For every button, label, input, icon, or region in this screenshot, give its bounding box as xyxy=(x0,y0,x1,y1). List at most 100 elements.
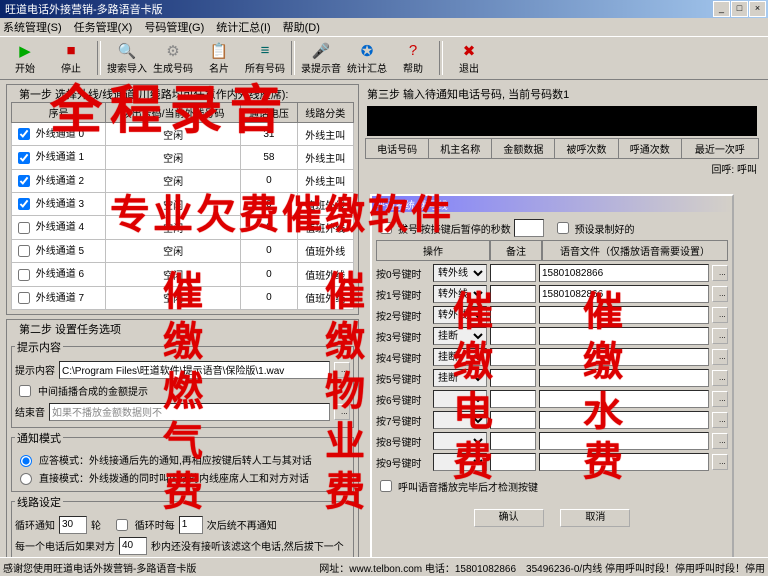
channel-row[interactable]: 外线通道 2空闲0外线主叫 xyxy=(12,169,354,192)
channel-checkbox[interactable] xyxy=(18,245,30,257)
note-input[interactable] xyxy=(490,453,536,471)
channel-row[interactable]: 外线通道 7空闲0值班外线 xyxy=(12,286,354,309)
channel-row[interactable]: 外线通道 3空闲0值班外线 xyxy=(12,193,354,216)
cancel-button[interactable]: 取消 xyxy=(560,509,630,527)
minimize-button[interactable]: _ xyxy=(713,1,730,17)
ok-button[interactable]: 确认 xyxy=(474,509,544,527)
toolbar-icon: 🔍 xyxy=(118,42,136,60)
col-header[interactable]: 线路分类 xyxy=(297,103,353,123)
col-header[interactable]: 拨出号码/当前外线号码 xyxy=(106,103,241,123)
mode1-radio[interactable] xyxy=(20,455,32,467)
channel-row[interactable]: 外线通道 4空闲0值班外线 xyxy=(12,216,354,239)
toolbar-停止[interactable]: ■停止 xyxy=(49,38,93,78)
loop-count-input[interactable] xyxy=(59,516,87,534)
action-select[interactable] xyxy=(433,411,487,429)
end-input[interactable] xyxy=(49,403,330,421)
browse-button[interactable]: ... xyxy=(334,404,350,420)
voice-file-input[interactable] xyxy=(539,306,709,324)
menu-item[interactable]: 统计汇总(I) xyxy=(216,19,270,35)
step2-fieldset: 第二步 设置任务选项 提示内容 提示内容 ... 中间插播合成的金额提示 结束音… xyxy=(6,319,359,576)
toolbar-退出[interactable]: ✖退出 xyxy=(447,38,491,78)
action-select[interactable]: 挂断 xyxy=(433,327,487,345)
browse-button[interactable]: ... xyxy=(712,391,728,407)
channel-row[interactable]: 外线通道 1空闲58外线主叫 xyxy=(12,146,354,169)
browse-button[interactable]: ... xyxy=(712,265,728,281)
loop-gap-checkbox[interactable] xyxy=(116,519,128,531)
voice-file-input[interactable] xyxy=(539,432,709,450)
voice-file-input[interactable] xyxy=(539,390,709,408)
toolbar-开始[interactable]: ▶开始 xyxy=(3,38,47,78)
channel-checkbox[interactable] xyxy=(18,292,30,304)
toolbar-帮助[interactable]: ?帮助 xyxy=(391,38,435,78)
browse-button[interactable]: ... xyxy=(712,412,728,428)
note-input[interactable] xyxy=(490,285,536,303)
col-header[interactable]: 序号 xyxy=(12,103,106,123)
browse-button[interactable]: ... xyxy=(334,362,350,378)
browse-button[interactable]: ... xyxy=(712,286,728,302)
voice-file-input[interactable] xyxy=(539,348,709,366)
toolbar-所有号码[interactable]: ≡所有号码 xyxy=(243,38,287,78)
gap-input[interactable] xyxy=(179,516,203,534)
menu-item[interactable]: 系统管理(S) xyxy=(3,19,62,35)
menu-item[interactable]: 号码管理(G) xyxy=(144,19,204,35)
voice-file-input[interactable] xyxy=(539,285,709,303)
key-row: 按8号键时... xyxy=(376,432,728,450)
note-input[interactable] xyxy=(490,327,536,345)
pause-checkbox[interactable] xyxy=(380,222,392,234)
action-select[interactable]: 转外线 xyxy=(433,306,487,324)
channel-checkbox[interactable] xyxy=(18,152,30,164)
browse-button[interactable]: ... xyxy=(712,307,728,323)
action-select[interactable] xyxy=(433,390,487,408)
channel-checkbox[interactable] xyxy=(18,175,30,187)
toolbar-搜索导入[interactable]: 🔍搜索导入 xyxy=(105,38,149,78)
toolbar-统计汇总[interactable]: ✪统计汇总 xyxy=(345,38,389,78)
toolbar-icon: ✖ xyxy=(460,42,478,60)
note-input[interactable] xyxy=(490,369,536,387)
action-select[interactable] xyxy=(433,453,487,471)
note-input[interactable] xyxy=(490,390,536,408)
menu-item[interactable]: 任务管理(X) xyxy=(74,19,133,35)
note-input[interactable] xyxy=(490,306,536,324)
toolbar-名片[interactable]: 📋名片 xyxy=(197,38,241,78)
mode2-radio[interactable] xyxy=(20,473,32,485)
mid-insert-checkbox[interactable] xyxy=(19,385,31,397)
action-select[interactable]: 挂断 xyxy=(433,348,487,366)
browse-button[interactable]: ... xyxy=(712,328,728,344)
voice-file-input[interactable] xyxy=(539,327,709,345)
note-input[interactable] xyxy=(490,264,536,282)
action-select[interactable]: 转外线 xyxy=(433,285,487,303)
browse-button[interactable]: ... xyxy=(712,349,728,365)
action-select[interactable] xyxy=(433,432,487,450)
channel-checkbox[interactable] xyxy=(18,198,30,210)
maximize-button[interactable]: □ xyxy=(731,1,748,17)
channel-checkbox[interactable] xyxy=(18,128,30,140)
action-select[interactable]: 转外线 xyxy=(433,264,487,282)
timeout-input[interactable] xyxy=(119,537,147,555)
channel-row[interactable]: 外线通道 6空闲0值班外线 xyxy=(12,263,354,286)
voice-file-input[interactable] xyxy=(539,411,709,429)
preset-checkbox[interactable] xyxy=(557,222,569,234)
action-select[interactable]: 挂断 xyxy=(433,369,487,387)
menu-item[interactable]: 帮助(D) xyxy=(283,19,320,35)
channel-row[interactable]: 外线通道 5空闲0值班外线 xyxy=(12,239,354,262)
close-button[interactable]: × xyxy=(749,1,766,17)
toolbar-录提示音[interactable]: 🎤录提示音 xyxy=(299,38,343,78)
voice-file-input[interactable] xyxy=(539,264,709,282)
voice-file-input[interactable] xyxy=(539,453,709,471)
note-input[interactable] xyxy=(490,432,536,450)
channel-checkbox[interactable] xyxy=(18,222,30,234)
note-input[interactable] xyxy=(490,411,536,429)
dialog-title: 呼通系统 拨号线 xyxy=(372,196,732,212)
toolbar-生成号码[interactable]: ⚙生成号码 xyxy=(151,38,195,78)
channel-checkbox[interactable] xyxy=(18,269,30,281)
detect-after-checkbox[interactable] xyxy=(380,480,392,492)
browse-button[interactable]: ... xyxy=(712,433,728,449)
tip-path-input[interactable] xyxy=(59,361,330,379)
channel-row[interactable]: 外线通道 0空闲31外线主叫 xyxy=(12,123,354,146)
voice-file-input[interactable] xyxy=(539,369,709,387)
browse-button[interactable]: ... xyxy=(712,370,728,386)
browse-button[interactable]: ... xyxy=(712,454,728,470)
col-header[interactable]: 通话电压 xyxy=(241,103,297,123)
pause-input[interactable] xyxy=(514,219,544,237)
note-input[interactable] xyxy=(490,348,536,366)
